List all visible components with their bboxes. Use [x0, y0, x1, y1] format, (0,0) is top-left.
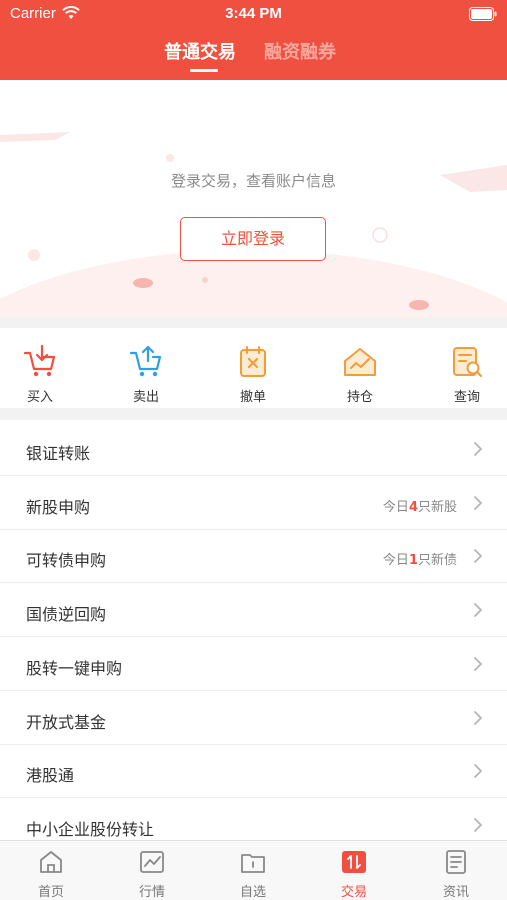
tab-market[interactable]: 行情: [112, 841, 192, 900]
status-bar: Carrier 3:44 PM: [0, 0, 507, 28]
chevron-right-icon: [474, 603, 482, 617]
tab-news[interactable]: 资讯: [416, 841, 496, 900]
trade-menu-list: 银证转账 新股申购 今日4只新股 可转债申购 今日1只新债 国债逆回购 股转一键…: [0, 420, 507, 840]
menu-label: 国债逆回购: [26, 605, 107, 624]
chevron-right-icon: [474, 764, 482, 778]
chevron-right-icon: [474, 442, 482, 456]
cancel-order-action[interactable]: 撤单: [223, 328, 283, 408]
cart-down-icon: [23, 344, 56, 377]
menu-label: 开放式基金: [26, 713, 107, 732]
menu-label: 银证转账: [26, 444, 91, 463]
quick-actions-bar: 买入 卖出 撤单 持仓 查询: [0, 328, 507, 408]
holdings-icon: [344, 348, 376, 376]
tab-home[interactable]: 首页: [11, 841, 91, 900]
sell-label: 卖出: [132, 390, 159, 405]
cancel-order-label: 撤单: [239, 390, 266, 405]
menu-treasury-reverse-repo[interactable]: 国债逆回购: [0, 583, 507, 637]
market-chart-icon: [140, 851, 164, 873]
battery-icon: [469, 7, 497, 21]
chevron-right-icon: [474, 711, 482, 725]
chevron-right-icon: [474, 657, 482, 671]
sell-action[interactable]: 卖出: [116, 328, 176, 408]
login-prompt-text: 登录交易，查看账户信息: [170, 172, 336, 190]
tab-label: 自选: [239, 885, 266, 900]
menu-neeq-one-click-subscription[interactable]: 股转一键申购: [0, 637, 507, 691]
menu-label: 中小企业股份转让: [26, 820, 155, 839]
active-tab-indicator: [190, 69, 218, 72]
menu-ipo-subscription[interactable]: 新股申购 今日4只新股: [0, 476, 507, 530]
chevron-right-icon: [474, 549, 482, 563]
chevron-right-icon: [474, 818, 482, 832]
holdings-action[interactable]: 持仓: [330, 328, 390, 408]
holdings-label: 持仓: [346, 390, 373, 405]
login-banner: 登录交易，查看账户信息 立即登录: [0, 80, 507, 318]
cancel-order-icon: [240, 346, 266, 377]
query-action[interactable]: 查询: [437, 328, 497, 408]
tab-trade[interactable]: 交易: [314, 841, 394, 900]
trade-type-tabs: 普通交易 融资融券: [0, 38, 507, 78]
query-label: 查询: [453, 390, 480, 405]
buy-label: 买入: [26, 390, 53, 405]
tab-label: 首页: [37, 885, 64, 900]
tab-label: 资讯: [442, 885, 469, 900]
new-bonds-count-badge: 今日1只新债: [382, 553, 457, 568]
clock: 3:44 PM: [225, 5, 282, 22]
login-button[interactable]: 立即登录: [180, 217, 326, 261]
new-stocks-count-badge: 今日4只新股: [382, 500, 457, 515]
menu-label: 可转债申购: [26, 551, 107, 570]
menu-stock-connect[interactable]: 港股通: [0, 744, 507, 798]
banner-decoration: [0, 132, 507, 318]
query-icon: [453, 347, 483, 378]
tab-margin-trading[interactable]: 融资融券: [264, 38, 336, 64]
cart-up-icon: [129, 345, 162, 377]
buy-action[interactable]: 买入: [10, 328, 70, 408]
bottom-tab-bar: 首页 行情 自选 交易 资讯: [0, 840, 507, 900]
home-icon: [40, 851, 62, 873]
news-icon: [446, 850, 466, 874]
tab-label: 行情: [138, 885, 165, 900]
menu-label: 新股申购: [26, 498, 91, 517]
tab-watchlist[interactable]: 自选: [213, 841, 293, 900]
trade-icon: [342, 851, 366, 873]
watchlist-folder-icon: [241, 854, 265, 873]
tab-normal-trading[interactable]: 普通交易: [164, 38, 236, 64]
tab-label: 交易: [340, 885, 367, 900]
menu-label: 港股通: [26, 766, 75, 785]
menu-bank-securities-transfer[interactable]: 银证转账: [0, 422, 507, 476]
menu-label: 股转一键申购: [26, 659, 123, 678]
header: Carrier 3:44 PM 普通交易 融资融券: [0, 0, 507, 80]
menu-sme-share-transfer[interactable]: 中小企业股份转让: [0, 798, 507, 840]
chevron-right-icon: [474, 496, 482, 510]
menu-convertible-bond-subscription[interactable]: 可转债申购 今日1只新债: [0, 529, 507, 583]
menu-open-end-fund[interactable]: 开放式基金: [0, 691, 507, 745]
